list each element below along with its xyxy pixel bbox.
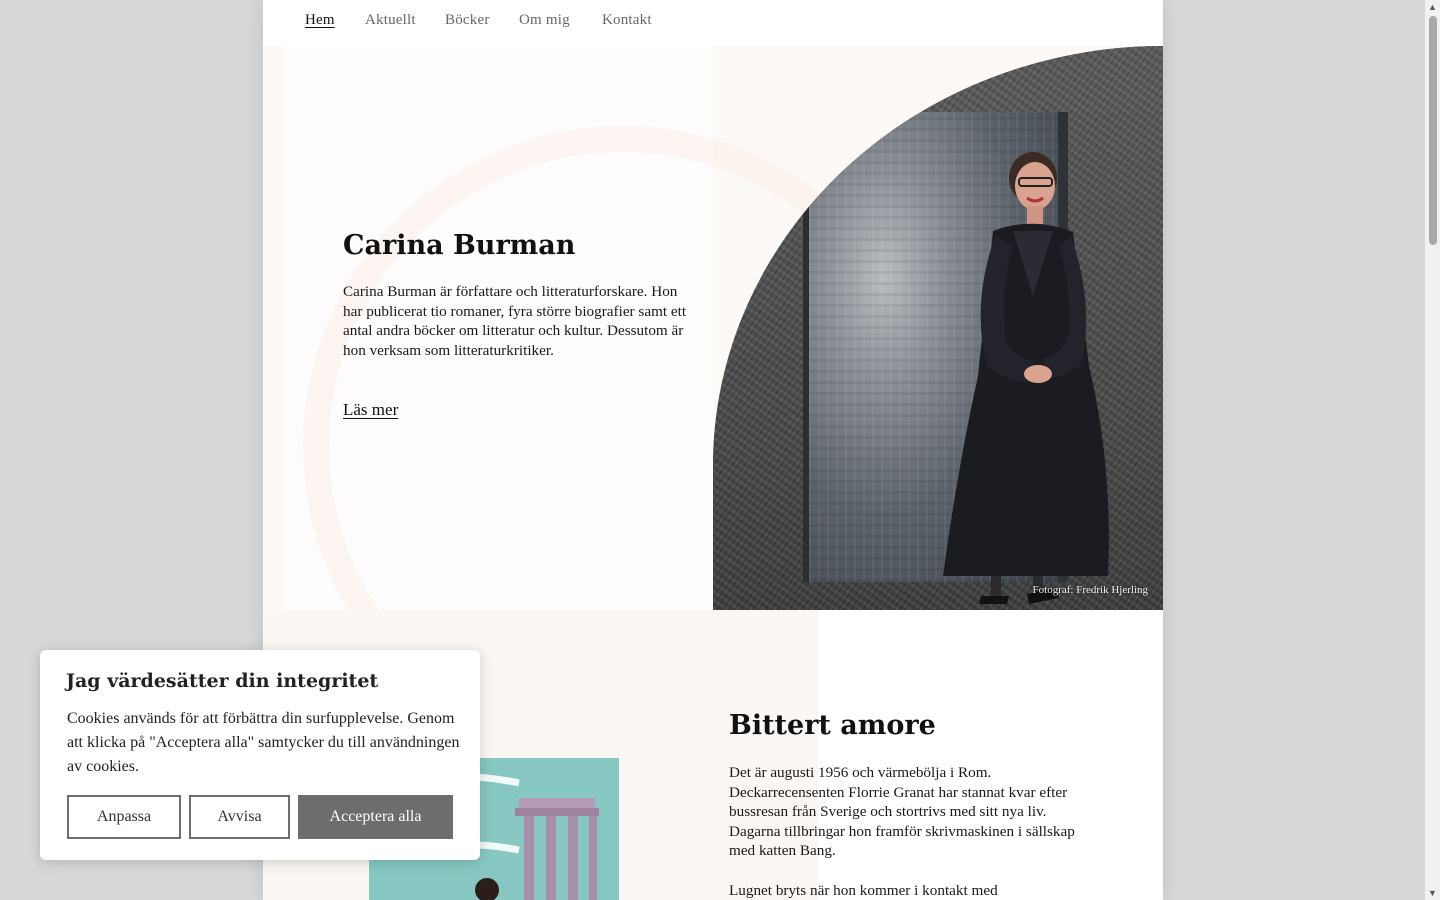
accept-all-button[interactable]: Acceptera alla [298,795,453,839]
cookie-title: Jag värdesätter din integritet [66,670,379,692]
book-paragraph-2: Lugnet bryts när hon kommer i kontakt me… [729,881,998,899]
scrollbar-thumb[interactable] [1429,16,1437,245]
author-photo: Fotograf: Fredrik Hjerling [713,46,1163,610]
scroll-up-arrow-icon[interactable]: ▲ [1428,2,1437,12]
nav-item-aktuellt[interactable]: Aktuellt [365,12,416,29]
photo-caption: Fotograf: Fredrik Hjerling [1032,584,1148,596]
cookie-consent-dialog: Jag värdesätter din integritet Cookies a… [40,650,480,860]
hero-title: Carina Burman [343,230,576,261]
book-title: Bittert amore [729,710,936,741]
reject-button[interactable]: Avvisa [189,795,290,839]
hero-text: Carina Burman är författare och litterat… [343,283,687,359]
nav-item-om-mig[interactable]: Om mig [519,12,570,29]
nav-item-hem[interactable]: Hem [305,12,335,29]
nav-item-kontakt[interactable]: Kontakt [602,12,652,29]
main-nav: Hem Aktuellt Böcker Om mig Kontakt [263,0,1163,46]
cookie-text: Cookies används för att förbättra din su… [67,710,460,775]
scrollbar[interactable]: ▲ ▼ [1425,0,1440,900]
nav-item-bocker[interactable]: Böcker [445,12,490,29]
book-paragraph-1: Det är augusti 1956 och värmebölja i Rom… [729,764,1075,860]
scroll-down-arrow-icon[interactable]: ▼ [1428,888,1437,898]
read-more-link[interactable]: Läs mer [343,400,398,420]
author-figure [943,152,1109,604]
customize-button[interactable]: Anpassa [67,795,181,839]
book-description: Det är augusti 1956 och värmebölja i Rom… [729,763,1099,900]
